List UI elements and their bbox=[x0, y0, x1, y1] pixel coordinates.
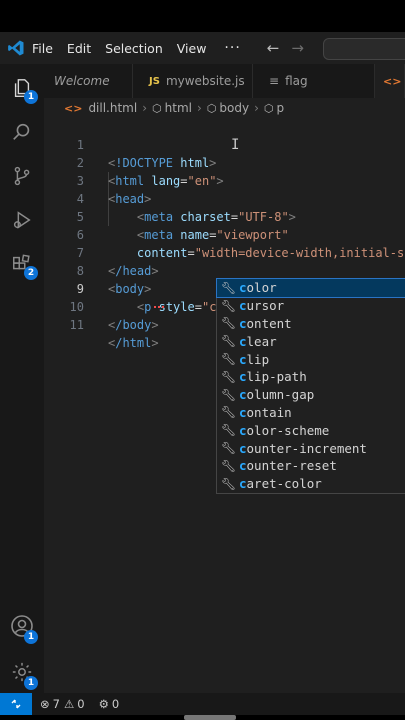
wrench-icon: 🔧︎ bbox=[221, 441, 237, 456]
element-cube-icon: ⬡ bbox=[263, 101, 274, 115]
tab-label: flag bbox=[285, 74, 308, 88]
tag-body-close: /body bbox=[115, 318, 152, 332]
title-bar: File Edit Selection View ··· ← → bbox=[0, 32, 405, 64]
breadcrumb-html[interactable]: html bbox=[165, 101, 192, 115]
code-line: 4 <meta charset="UTF-8"> bbox=[44, 172, 405, 224]
settings-badge: 1 bbox=[24, 676, 38, 690]
command-center-search[interactable] bbox=[323, 38, 405, 60]
menu-file[interactable]: File bbox=[32, 41, 53, 56]
wrench-icon: 🔧︎ bbox=[221, 476, 237, 491]
suggestion-item[interactable]: 🔧︎ c ontent bbox=[217, 315, 405, 333]
tag-html-close: /html bbox=[115, 336, 152, 350]
html-file-icon: <> bbox=[64, 101, 83, 115]
error-icon: ⊗ bbox=[40, 697, 50, 711]
element-cube-icon: ⬡ bbox=[152, 101, 162, 115]
suggestion-item[interactable]: 🔧︎ c ounter-increment bbox=[217, 439, 405, 457]
menu-more-icon[interactable]: ··· bbox=[224, 40, 240, 56]
ports-status[interactable]: ⚙︎ 0 bbox=[99, 697, 120, 711]
suggestion-item[interactable]: 🔧︎ c lip-path bbox=[217, 368, 405, 386]
html-file-icon: <> bbox=[383, 74, 402, 88]
suggestion-item[interactable]: 🔧︎ c lip bbox=[217, 350, 405, 368]
breadcrumb: <> dill.html › ⬡ html › ⬡ body › ⬡ p bbox=[44, 98, 405, 118]
source-control-icon[interactable] bbox=[0, 154, 44, 198]
wrench-icon: 🔧︎ bbox=[221, 316, 237, 331]
settings-gear-icon[interactable]: 1 bbox=[0, 650, 44, 694]
wrench-icon: 🔧︎ bbox=[221, 298, 237, 313]
tab-flag[interactable]: ≡ flag bbox=[253, 64, 375, 98]
autocomplete-suggestions: 🔧︎ c olor 🔧︎ c ursor 🔧︎ c ontent 🔧︎ c lear 🔧︎ c li… bbox=[216, 278, 405, 494]
suggestion-item[interactable]: 🔧︎ c aret-color bbox=[217, 475, 405, 493]
status-bar: ⊗ 7 ⚠︎ 0 ⚙︎ 0 bbox=[0, 693, 405, 715]
suggestion-item-selected[interactable]: 🔧︎ c olor bbox=[216, 278, 405, 298]
breadcrumb-file[interactable]: dill.html bbox=[88, 101, 137, 115]
breadcrumb-body[interactable]: body bbox=[219, 101, 249, 115]
menu-selection[interactable]: Selection bbox=[105, 41, 163, 56]
chevron-right-icon: › bbox=[196, 101, 202, 115]
element-cube-icon: ⬡ bbox=[206, 101, 217, 115]
device-top-bar bbox=[0, 0, 405, 32]
wrench-icon: 🔧︎ bbox=[221, 369, 237, 384]
wrench-icon: 🔧︎ bbox=[221, 352, 237, 367]
forward-arrow-icon[interactable]: → bbox=[291, 39, 304, 57]
code-line: 8 <body> bbox=[44, 244, 405, 296]
broadcast-icon: ⚙︎ bbox=[98, 697, 109, 711]
run-debug-icon[interactable] bbox=[0, 198, 44, 242]
tab-bar: Welcome JS mywebsite.js ≡ flag <> bbox=[44, 64, 405, 98]
activity-bar: 1 2 1 1 bbox=[0, 64, 44, 693]
problems-status[interactable]: ⊗ 7 ⚠︎ 0 bbox=[40, 697, 85, 711]
tab-mywebsite-js[interactable]: JS mywebsite.js bbox=[133, 64, 253, 98]
error-squiggle bbox=[154, 305, 164, 308]
extensions-icon[interactable]: 2 bbox=[0, 242, 44, 286]
js-file-icon: JS bbox=[149, 75, 160, 87]
warning-icon: ⚠︎ bbox=[63, 697, 75, 711]
suggestion-item[interactable]: 🔧︎ c lear bbox=[217, 332, 405, 350]
wrench-icon: 🔧︎ bbox=[221, 405, 237, 420]
explorer-badge: 1 bbox=[24, 90, 38, 104]
line-number: 11 bbox=[69, 318, 84, 332]
code-line: 2 <html lang="en"> bbox=[44, 136, 405, 188]
suggestion-item[interactable]: 🔧︎ c ontain bbox=[217, 404, 405, 422]
wrench-icon: 🔧︎ bbox=[221, 387, 237, 402]
code-line: 5 <meta name="viewport" bbox=[44, 190, 405, 242]
home-indicator bbox=[184, 715, 236, 720]
remote-indicator-icon[interactable] bbox=[0, 693, 32, 715]
wrench-icon: 🔧︎ bbox=[221, 423, 237, 438]
back-arrow-icon[interactable]: ← bbox=[267, 39, 280, 57]
mouse-ibeam-icon: I bbox=[231, 137, 240, 153]
search-icon[interactable] bbox=[0, 110, 44, 154]
accounts-icon[interactable]: 1 bbox=[0, 604, 44, 648]
wrench-icon: 🔧︎ bbox=[221, 334, 237, 349]
code-line: 7 </head> bbox=[44, 226, 405, 278]
menu-edit[interactable]: Edit bbox=[67, 41, 91, 56]
code-line: 6 content="width=device-width,initial-s bbox=[44, 208, 405, 260]
code-line: 1 <!DOCTYPE html> bbox=[44, 118, 405, 170]
menu-view[interactable]: View bbox=[177, 41, 207, 56]
tab-label: Welcome bbox=[54, 74, 110, 88]
suggestion-item[interactable]: 🔧︎ c olumn-gap bbox=[217, 386, 405, 404]
wrench-icon: 🔧︎ bbox=[221, 458, 237, 473]
suggestion-item[interactable]: 🔧︎ c olor-scheme bbox=[217, 421, 405, 439]
file-icon: ≡ bbox=[269, 74, 280, 88]
suggestion-item[interactable]: 🔧︎ c ursor bbox=[217, 297, 405, 315]
tab-label: mywebsite.js bbox=[165, 74, 245, 88]
explorer-icon[interactable]: 1 bbox=[0, 66, 44, 110]
extensions-badge: 2 bbox=[24, 266, 38, 280]
tab-dill-html[interactable]: <> bbox=[375, 64, 405, 98]
vscode-logo-icon bbox=[0, 32, 32, 64]
code-line: 3 <head> bbox=[44, 154, 405, 206]
chevron-right-icon: › bbox=[142, 101, 148, 115]
accounts-badge: 1 bbox=[24, 630, 38, 644]
chevron-right-icon: › bbox=[254, 101, 259, 115]
wrench-icon: 🔧︎ bbox=[221, 280, 237, 295]
suggestion-item[interactable]: 🔧︎ c ounter-reset bbox=[217, 457, 405, 475]
breadcrumb-p[interactable]: p bbox=[277, 101, 285, 115]
tab-welcome[interactable]: Welcome bbox=[44, 64, 133, 98]
